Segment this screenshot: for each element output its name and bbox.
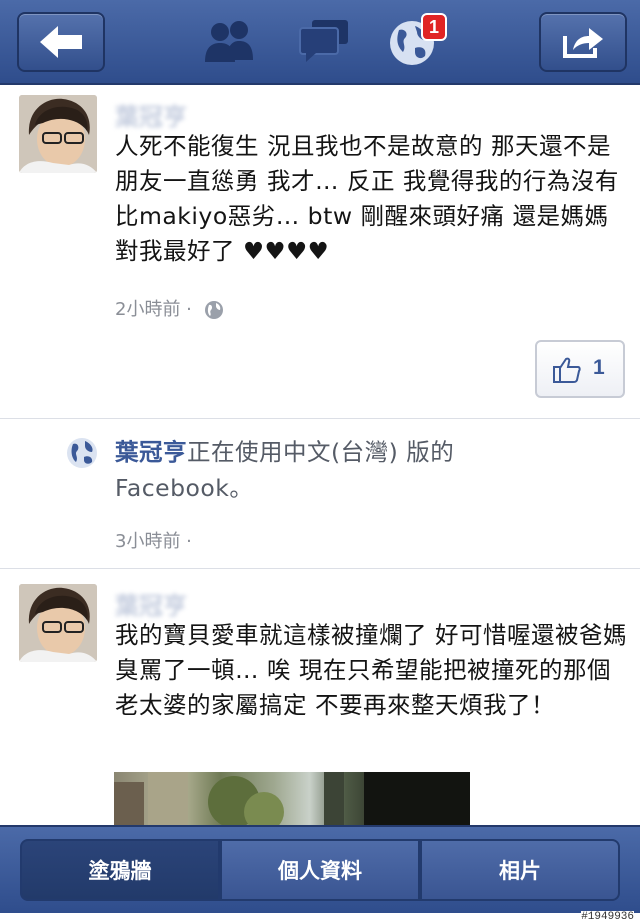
post-text: 我的寶貝愛車就這樣被撞爛了 好可惜喔還被爸媽臭罵了一頓… 唉 現在只希望能把被撞…: [115, 621, 627, 719]
activity-story: 葉冠亨正在使用中文(台灣) 版的Facebook。 3小時前 ·: [0, 419, 640, 569]
post-time: 2小時前 ·: [115, 295, 224, 321]
share-icon: [563, 28, 603, 58]
tab-profile-info[interactable]: 個人資料: [220, 839, 420, 901]
post-author[interactable]: 葉冠亨: [115, 97, 187, 132]
like-button[interactable]: 1: [535, 340, 625, 398]
story-post: 葉冠亨 人死不能復生 況且我也不是故意的 那天還不是朋友一直慫勇 我才… 反正 …: [0, 85, 640, 419]
bottom-tab-bar: 塗鴉牆 個人資料 相片: [0, 825, 640, 913]
avatar[interactable]: [19, 95, 97, 173]
tab-photos[interactable]: 相片: [420, 839, 620, 901]
like-count: 1: [593, 356, 605, 379]
avatar[interactable]: [19, 584, 97, 662]
notification-badge: 1: [421, 13, 447, 41]
story-post: 葉冠亨 我的寶貝愛車就這樣被撞爛了 好可惜喔還被爸媽臭罵了一頓… 唉 現在只希望…: [0, 569, 640, 825]
share-button[interactable]: [539, 12, 627, 72]
messages-icon[interactable]: [298, 18, 350, 64]
footer-strip: [0, 913, 640, 924]
post-text: 人死不能復生 況且我也不是故意的 那天還不是朋友一直慫勇 我才… 反正 我覺得我…: [115, 132, 619, 265]
public-globe-icon: [204, 301, 223, 319]
globe-icon: [67, 438, 97, 468]
back-arrow-icon: [40, 26, 82, 58]
activity-time: 3小時前 ·: [115, 531, 192, 552]
post-author[interactable]: 葉冠亨: [115, 586, 187, 621]
top-nav-bar: 1: [0, 0, 640, 85]
post-photo[interactable]: [114, 772, 470, 825]
thumbs-up-icon: [553, 357, 581, 383]
back-button[interactable]: [17, 12, 105, 72]
friends-icon[interactable]: [203, 18, 255, 66]
watermark: #1949936: [581, 911, 634, 923]
tab-wall[interactable]: 塗鴉牆: [20, 839, 220, 901]
activity-text: 葉冠亨正在使用中文(台灣) 版的Facebook。: [115, 434, 535, 506]
news-feed[interactable]: 葉冠亨 人死不能復生 況且我也不是故意的 那天還不是朋友一直慫勇 我才… 反正 …: [0, 85, 640, 825]
activity-author-link[interactable]: 葉冠亨: [115, 438, 187, 466]
timestamp: 2小時前 ·: [115, 299, 192, 320]
